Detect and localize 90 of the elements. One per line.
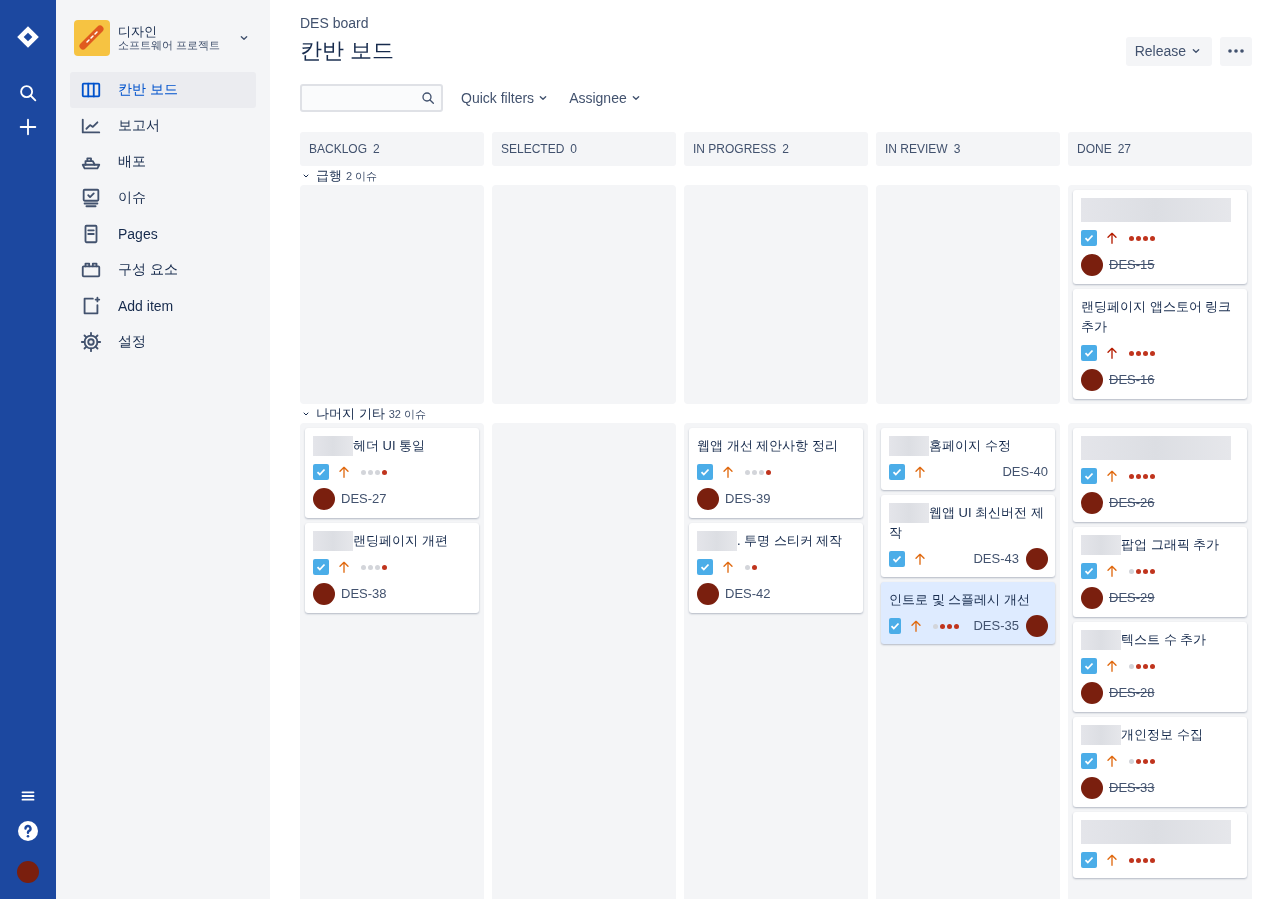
page-title: 칸반 보드: [300, 37, 396, 65]
sidebar-item[interactable]: Add item: [70, 288, 256, 324]
story-check-icon: [1081, 468, 1097, 484]
column-count: 0: [570, 142, 578, 156]
story-check-icon: [889, 618, 902, 634]
card-title: 텍스트 수 추가: [1121, 632, 1207, 647]
card-title: 개인정보 수집: [1121, 727, 1203, 742]
story-check-icon: [697, 559, 713, 575]
release-button[interactable]: Release: [1125, 36, 1212, 66]
more-button[interactable]: [1220, 36, 1252, 66]
issue-card[interactable]: 홈페이지 수정 DES-40: [881, 428, 1055, 490]
swimlane-title[interactable]: 급행: [316, 167, 342, 185]
issue-count: 32 이슈: [388, 406, 426, 422]
search-field[interactable]: [300, 84, 443, 112]
story-check-icon: [313, 464, 329, 480]
sidebar-item[interactable]: 배포: [70, 144, 256, 180]
card-title: 웹앱 개선 제안사항 정리: [697, 438, 838, 453]
issue-key[interactable]: DES-38: [341, 584, 387, 604]
issue-key[interactable]: DES-42: [725, 584, 771, 604]
more-icon: [1228, 49, 1244, 53]
card-title: 랜딩페이지 개편: [353, 533, 448, 548]
card-title: 팝업 그래픽 추가: [1121, 537, 1220, 552]
story-check-icon: [1081, 753, 1097, 769]
card-title: 홈페이지 수정: [929, 438, 1011, 453]
story-check-icon: [1081, 230, 1097, 246]
story-check-icon: [313, 559, 329, 575]
assignee-filter[interactable]: Assignee: [569, 90, 644, 106]
column-count: 2: [373, 142, 380, 156]
card-title: . 투명 스티커 제작: [737, 533, 843, 548]
plus-icon[interactable]: [17, 116, 39, 138]
help-icon[interactable]: [16, 819, 40, 843]
search-icon[interactable]: [17, 82, 39, 104]
issue-key[interactable]: DES-26: [1109, 493, 1155, 513]
sidebar-item[interactable]: 구성 요소: [70, 252, 256, 288]
quick-filters-dropdown[interactable]: Quick filters: [461, 90, 552, 106]
issue-key[interactable]: DES-27: [341, 489, 387, 509]
issue-card[interactable]: 텍스트 수 추가 DES-28: [1073, 622, 1247, 712]
story-check-icon: [1081, 345, 1097, 361]
card-title: 웹앱 UI 최신버전 제작: [889, 505, 1044, 540]
column-name: BACKLOG: [309, 142, 368, 156]
sidebar-item[interactable]: 설정: [70, 324, 256, 360]
issue-key[interactable]: DES-39: [725, 489, 771, 509]
story-check-icon: [1081, 852, 1097, 868]
issue-key[interactable]: DES-29: [1109, 588, 1155, 608]
monitor-icon: [80, 187, 102, 209]
issue-key[interactable]: DES-16: [1109, 370, 1155, 390]
card-title: 랜딩페이지 앱스토어 링크 추가: [1081, 299, 1232, 334]
project-type: 소프트웨어 프로젝트: [118, 39, 222, 52]
issue-card[interactable]: 랜딩페이지 개편 DES-38: [305, 523, 479, 613]
issue-card[interactable]: DES-15: [1073, 190, 1247, 284]
column-name: DONE: [1077, 142, 1112, 156]
issue-card[interactable]: 인트로 및 스플레시 개선 DES-35: [881, 582, 1055, 644]
breadcrumb[interactable]: DES board: [300, 14, 1252, 32]
issue-card[interactable]: 웹앱 UI 최신버전 제작 DES-43: [881, 495, 1055, 577]
issue-key[interactable]: DES-43: [973, 549, 1019, 569]
issue-card[interactable]: . 투명 스티커 제작 DES-42: [689, 523, 863, 613]
sidebar-item[interactable]: 이슈: [70, 180, 256, 216]
issue-key[interactable]: DES-15: [1109, 255, 1155, 275]
card-title: 헤더 UI 통일: [353, 438, 426, 453]
issue-count: 2 이슈: [346, 168, 378, 184]
story-check-icon: [1081, 658, 1097, 674]
issue-key[interactable]: DES-33: [1109, 778, 1155, 798]
issue-card[interactable]: 팝업 그래픽 추가 DES-29: [1073, 527, 1247, 617]
issue-key[interactable]: DES-35: [973, 616, 1019, 636]
column-name: SELECTED: [501, 142, 565, 156]
column-count: 27: [1117, 142, 1132, 156]
column-name: IN REVIEW: [885, 142, 948, 156]
issue-key[interactable]: DES-28: [1109, 683, 1155, 703]
sidebar-item[interactable]: Pages: [70, 216, 256, 252]
swimlane-title[interactable]: 나머지 기타: [316, 405, 385, 423]
issue-card[interactable]: 웹앱 개선 제안사항 정리 DES-39: [689, 428, 863, 518]
issue-card[interactable]: DES-26: [1073, 428, 1247, 522]
issue-card[interactable]: 헤더 UI 통일 DES-27: [305, 428, 479, 518]
story-check-icon: [889, 464, 905, 480]
column-count: 3: [953, 142, 961, 156]
logo-icon[interactable]: [15, 24, 41, 50]
card-title: 인트로 및 스플레시 개선: [889, 592, 1030, 607]
project-name: 디자인: [118, 24, 158, 39]
story-check-icon: [697, 464, 713, 480]
column-name: IN PROGRESS: [693, 142, 777, 156]
sidebar-item[interactable]: 보고서: [70, 108, 256, 144]
search-icon: [420, 90, 436, 106]
issue-card[interactable]: 개인정보 수집 DES-33: [1073, 717, 1247, 807]
issue-key[interactable]: DES-40: [1002, 462, 1048, 482]
story-check-icon: [1081, 563, 1097, 579]
column-count: 2: [782, 142, 790, 156]
story-check-icon: [889, 551, 905, 567]
issue-card[interactable]: 랜딩페이지 앱스토어 링크 추가 DES-16: [1073, 289, 1247, 399]
sidebar-item[interactable]: 칸반 보드: [70, 72, 256, 108]
settings-icon: [80, 331, 102, 353]
